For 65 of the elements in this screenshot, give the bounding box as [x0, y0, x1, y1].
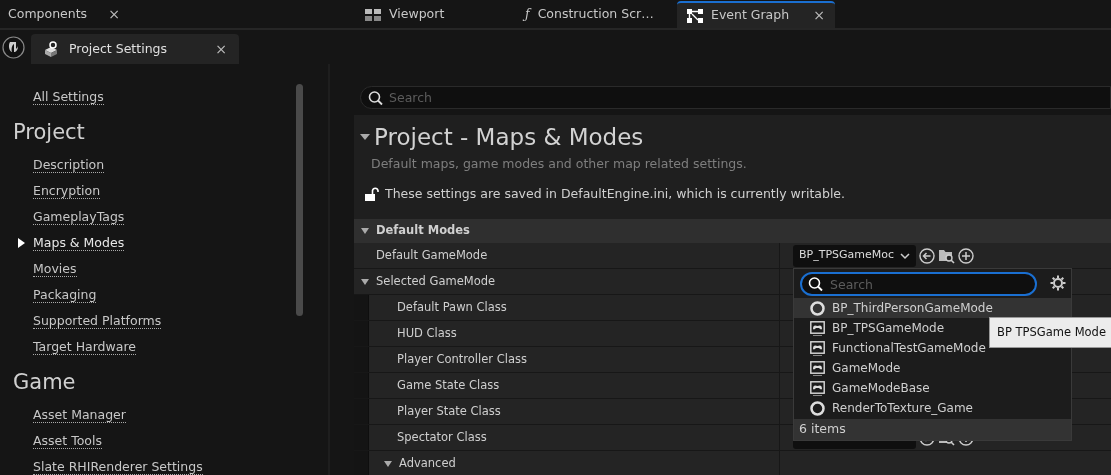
gamepad-icon — [810, 340, 825, 356]
settings-link[interactable]: Supported Platforms — [33, 313, 162, 329]
settings-link[interactable]: Packaging — [33, 287, 97, 303]
search-icon — [368, 90, 383, 105]
settings-icon — [43, 41, 59, 57]
gamepad-icon — [810, 380, 825, 396]
property-label: Player Controller Class — [397, 350, 527, 368]
settings-link[interactable]: Movies — [33, 261, 77, 277]
category-header[interactable]: Default Modes — [354, 219, 1111, 243]
settings-link[interactable]: GameplayTags — [33, 209, 125, 225]
settings-link[interactable]: Target Hardware — [33, 339, 136, 355]
settings-link[interactable]: Encryption — [33, 183, 101, 199]
engine-logo[interactable] — [2, 35, 25, 59]
scrollbar[interactable] — [296, 84, 303, 316]
settings-link[interactable]: Asset Manager — [33, 407, 126, 423]
property-label: HUD Class — [397, 324, 457, 342]
settings-icon[interactable] — [1050, 275, 1066, 291]
gamepad-icon — [810, 320, 825, 336]
category-heading: Project — [13, 119, 85, 147]
class-dropdown[interactable]: BP_TPSGameMoc — [793, 244, 916, 267]
property-label: Advanced — [399, 454, 456, 472]
page-title: Project - Maps & Modes — [374, 122, 644, 152]
close-button[interactable]: × — [813, 5, 825, 26]
close-button[interactable]: × — [215, 38, 227, 60]
class-option[interactable]: RenderToTexture_Game — [794, 398, 1071, 418]
circle-icon — [810, 300, 825, 316]
search-field[interactable]: Search — [360, 86, 1111, 109]
tab[interactable]: ƒ Construction Scr… — [515, 1, 670, 28]
property-label: Game State Class — [397, 376, 500, 394]
settings-link[interactable]: Description — [33, 157, 105, 173]
grid-icon — [365, 8, 381, 21]
selection-arrow-icon — [16, 238, 26, 248]
tab[interactable]: Viewport — [355, 1, 505, 28]
class-option[interactable]: BP_ThirdPersonGameMode — [794, 298, 1071, 318]
property-label: Default Pawn Class — [397, 298, 507, 316]
caret-icon — [900, 250, 910, 261]
property-label: Spectator Class — [397, 428, 487, 446]
collapse-arrow-icon[interactable] — [360, 276, 370, 287]
close-button[interactable]: × — [108, 4, 120, 25]
search-icon — [808, 276, 823, 292]
settings-link[interactable]: Maps & Modes — [33, 235, 125, 251]
gamepad-icon — [810, 360, 825, 376]
property-label: Default GameMode — [376, 246, 488, 264]
settings-link[interactable]: Slate RHIRenderer Settings — [33, 459, 203, 475]
property-label: Player State Class — [397, 402, 501, 420]
item-count: 6 items — [799, 420, 846, 439]
collapse-arrow-icon[interactable] — [383, 458, 393, 469]
class-option[interactable]: GameModeBase — [794, 378, 1071, 398]
settings-notice: These settings are saved in DefaultEngine.ini, which is currently writable. — [385, 184, 846, 203]
class-option[interactable]: GameMode — [794, 358, 1071, 378]
search-field[interactable]: Search — [800, 272, 1037, 296]
tab[interactable]: Event Graph × — [677, 1, 835, 28]
property-label: Selected GameMode — [376, 272, 496, 290]
page-description: Default maps, game modes and other map related settings. — [371, 154, 747, 173]
collapse-arrow-icon[interactable] — [360, 132, 370, 142]
add-icon[interactable] — [958, 247, 974, 264]
category-heading: Game — [13, 369, 76, 397]
folder-search-icon[interactable] — [938, 247, 955, 264]
project-settings-tab[interactable]: Project Settings × — [31, 34, 239, 64]
circle-icon — [810, 400, 825, 416]
tab[interactable]: Components × — [0, 1, 130, 28]
settings-link[interactable]: All Settings — [33, 89, 104, 105]
graph-icon — [687, 8, 703, 23]
settings-link[interactable]: Asset Tools — [33, 433, 102, 449]
tooltip: BP TPSGame Mode — [989, 317, 1111, 349]
